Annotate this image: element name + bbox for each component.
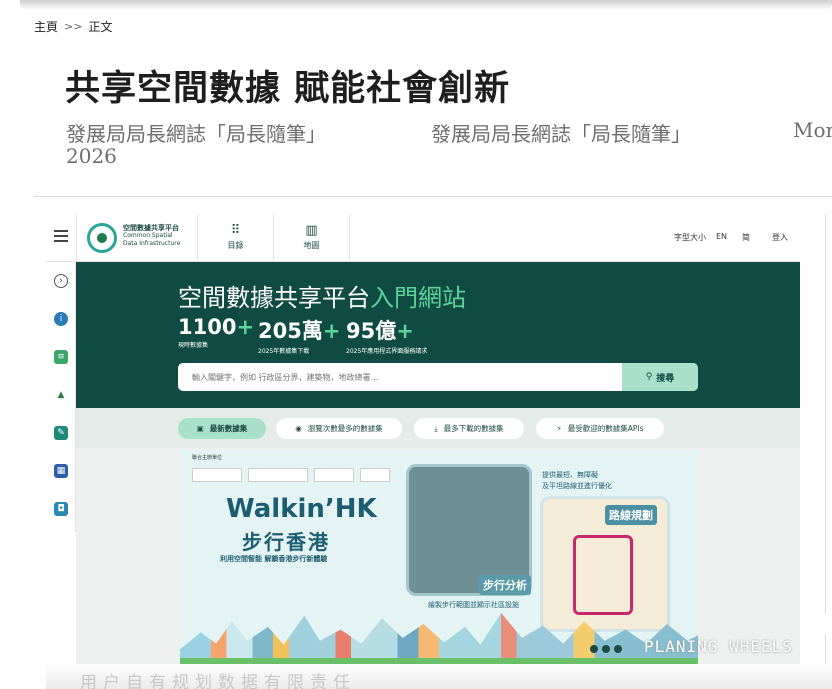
route-line <box>573 535 633 615</box>
stat-api-value: 95億 <box>346 319 397 343</box>
walk-analysis-caption: 繪製步行範圍並顯示社區設施 <box>428 601 519 609</box>
logo-cn: 空間數據共享平台 <box>123 224 179 232</box>
dataset-icon: ▣ <box>196 424 204 433</box>
dataset-tabs: ▣ 最新數據集 ◉ 瀏覽次數最多的數據集 ⤓ 最多下載的數據集 ⚡ 最受歡迎的數… <box>76 408 800 448</box>
site-header: 空間數據共享平台 Common Spatial Data Infrastruct… <box>46 214 800 262</box>
map-icon: ▥ <box>305 223 318 238</box>
logo-en-1: Common Spatial <box>123 232 173 239</box>
logo-en-2: Data Infrastructure <box>123 240 181 247</box>
eye-icon: ◉ <box>295 424 302 433</box>
stat-datasets: 1100+ 現時數據集 <box>178 315 255 349</box>
partner-logo <box>314 468 354 482</box>
download-icon: ⤓ <box>434 423 438 433</box>
carousel-dot[interactable] <box>590 645 598 653</box>
walkinhk-subtitle: 利用空間智能 解鎖香港步行新體驗 <box>220 555 328 563</box>
stat-downloads-value: 205萬 <box>258 319 323 343</box>
walk-analysis-label: 步行分析 <box>479 575 531 595</box>
top-shadow <box>20 0 832 10</box>
site-logo[interactable]: 空間數據共享平台 Common Spatial Data Infrastruct… <box>76 214 198 262</box>
walkinhk-cn: 步行香港 <box>242 530 330 554</box>
carousel-dots[interactable] <box>590 645 622 653</box>
carousel-dot[interactable] <box>602 645 610 653</box>
route-caption: 提供最短、無障礙 及平坦路線並進行優化 <box>542 471 612 490</box>
partner-logo <box>248 468 308 482</box>
article-image: 空間數據共享平台 Common Spatial Data Infrastruct… <box>46 214 800 676</box>
tab-popular-apis[interactable]: ⚡ 最受歡迎的數據集APIs <box>536 418 664 439</box>
right-frame <box>825 214 832 614</box>
hero-section: 空間數據共享平台入門網站 1100+ 現時數據集 205萬+ 2025年數據集下… <box>76 262 800 408</box>
grid-icon: ⠿ <box>230 223 241 238</box>
logo-icon <box>87 223 117 253</box>
breadcrumb-home-link[interactable]: 主頁 <box>34 18 58 35</box>
organiser-label: 聯合主辦單位 <box>192 455 223 461</box>
article-meta: 發展局局長網誌「局長隨筆」 發展局局長網誌「局長隨筆」 Mon <box>66 118 832 147</box>
walk-analysis-map: 步行分析 <box>406 464 532 596</box>
stat-downloads-caption: 2025年數據集下載 <box>258 348 310 355</box>
image-watermark: PLANING WHEELS <box>644 637 793 656</box>
carousel-dot[interactable] <box>614 645 622 653</box>
login-button[interactable]: 登入 <box>772 232 788 243</box>
lang-sc-button[interactable]: 简 <box>742 232 750 243</box>
walkinhk-banner[interactable]: 聯合主辦單位 Walkin’HK 步行香港 利用空間智能 解鎖香港步行新體驗 步… <box>180 450 698 666</box>
stat-downloads: 205萬+ 2025年數據集下載 <box>258 319 341 355</box>
edit-icon[interactable]: ✎ <box>54 426 68 440</box>
nav-map[interactable]: ▥ 地圖 <box>274 214 350 262</box>
partner-logo <box>192 468 242 482</box>
apps-icon[interactable]: ▦ <box>54 464 68 478</box>
hero-title-main: 空間數據共享平台 <box>178 284 370 312</box>
divider <box>34 196 832 197</box>
breadcrumb: 主頁 >> 正文 <box>34 18 112 35</box>
tab-latest-datasets[interactable]: ▣ 最新數據集 <box>178 418 266 439</box>
nav-catalogue-label: 目錄 <box>227 241 244 250</box>
search-button-label: 搜尋 <box>656 373 675 384</box>
stat-datasets-value: 1100 <box>178 315 237 339</box>
api-icon: ⚡ <box>556 424 562 433</box>
tab-most-viewed[interactable]: ◉ 瀏覽次數最多的數據集 <box>276 418 402 439</box>
stat-api-caption: 2025年應用程式界面服務請求 <box>346 348 428 355</box>
settings-icon[interactable]: ◘ <box>54 502 68 516</box>
stat-api-requests: 95億+ 2025年應用程式界面服務請求 <box>346 319 428 355</box>
search-input[interactable] <box>192 363 612 391</box>
article-title: 共享空間數據 賦能社會創新 <box>65 69 511 109</box>
article-date: Mon <box>793 118 832 142</box>
article-source[interactable]: 發展局局長網誌「局長隨筆」 <box>66 122 326 146</box>
walkinhk-logo: Walkin’HK <box>226 494 377 524</box>
organiser-logos <box>192 468 390 482</box>
breadcrumb-current: 正文 <box>88 20 113 34</box>
breadcrumb-separator: >> <box>64 20 83 33</box>
stat-datasets-caption: 現時數據集 <box>178 342 209 349</box>
article-source-2[interactable]: 發展局局長網誌「局長隨筆」 <box>431 118 691 147</box>
search-icon: ⚲ <box>645 372 653 382</box>
side-rail: › i ≡ ▲ ✎ ▦ ◘ <box>46 262 76 532</box>
nav-map-label: 地圖 <box>303 241 320 250</box>
chevron-right-icon[interactable]: › <box>54 274 68 288</box>
search-button[interactable]: ⚲ 搜尋 <box>622 363 698 391</box>
route-planning-label: 路線規劃 <box>605 505 657 525</box>
partner-logo <box>360 468 390 482</box>
hero-title: 空間數據共享平台入門網站 <box>178 278 466 313</box>
search-bar: ⚲ 搜尋 <box>178 363 698 391</box>
layers-icon[interactable]: ▲ <box>54 388 68 402</box>
image-caption-text: 用户自有规划数据有限责任 <box>80 673 356 689</box>
database-icon[interactable]: ≡ <box>54 350 68 364</box>
lang-en-button[interactable]: EN <box>716 232 727 241</box>
route-planning-map: 路線規劃 <box>540 496 670 632</box>
menu-icon[interactable] <box>54 230 68 242</box>
nav-catalogue[interactable]: ⠿ 目錄 <box>198 214 274 262</box>
hero-title-accent: 入門網站 <box>370 284 466 312</box>
info-icon[interactable]: i <box>54 312 68 326</box>
tab-most-downloaded[interactable]: ⤓ 最多下載的數據集 <box>414 418 524 439</box>
article-year: 2026 <box>66 144 117 168</box>
font-size-button[interactable]: 字型大小 <box>674 232 706 243</box>
